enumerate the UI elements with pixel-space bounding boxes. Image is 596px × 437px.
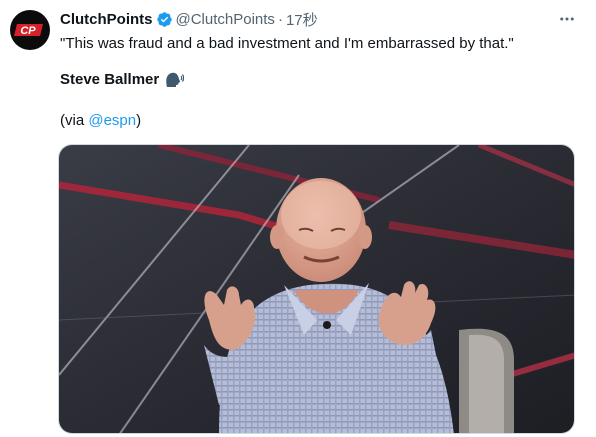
via-prefix: (via [60,112,89,129]
tweet-header: ClutchPoints @ClutchPoints · 17秒 [60,9,318,29]
speaking-head-icon [164,71,185,89]
tweet-card[interactable]: CP ClutchPoints @ClutchPoints · 17秒 "Thi… [0,0,596,437]
handle[interactable]: @ClutchPoints [176,11,275,28]
tweet-quote-text: "This was fraud and a bad investment and… [60,35,514,52]
more-options-button[interactable] [556,8,578,30]
video-frame-image [59,145,574,433]
via-suffix: ) [136,112,142,129]
verified-badge-icon [156,11,172,27]
more-options-icon [560,17,574,21]
via-line: (via @espn) [60,111,141,131]
tweet-media-video[interactable] [58,144,575,434]
timestamp[interactable]: 17秒 [286,9,318,30]
speaker-name: Steve Ballmer [60,71,160,88]
svg-text:CP: CP [20,25,36,37]
display-name[interactable]: ClutchPoints [60,11,153,28]
separator-dot: · [277,10,283,28]
espn-mention-link[interactable]: @espn [88,112,136,129]
avatar[interactable]: CP [10,10,50,50]
speaker-line: Steve Ballmer [60,70,185,90]
clutchpoints-logo-icon: CP [14,24,43,37]
